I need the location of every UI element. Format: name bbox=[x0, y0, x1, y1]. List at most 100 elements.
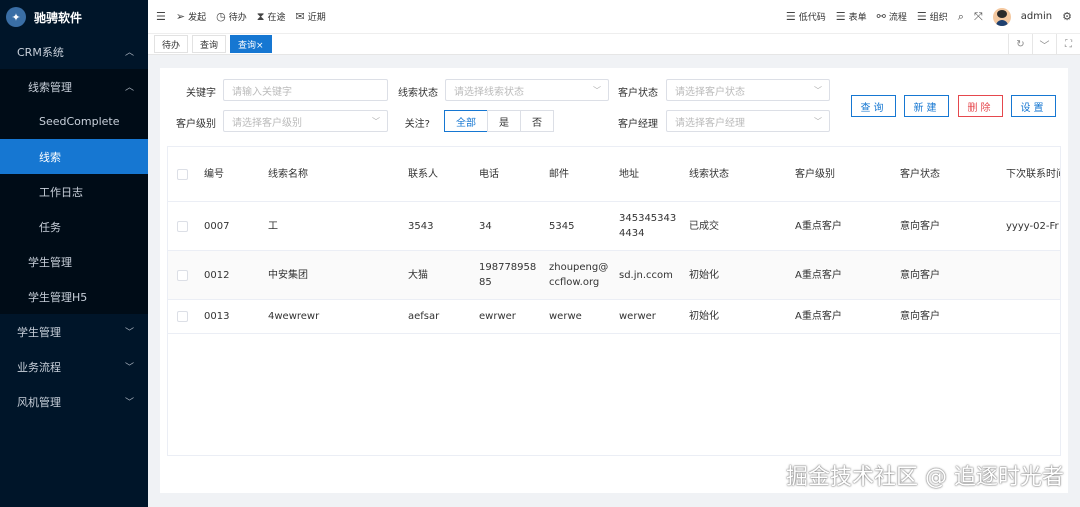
sidebar-item-student[interactable]: 学生管理 ﹀ bbox=[0, 314, 148, 349]
sidebar-item-task[interactable]: 任务 bbox=[0, 209, 148, 244]
maximize-icon[interactable]: ⛶ bbox=[1056, 33, 1080, 55]
lowcode-button[interactable]: ☰ 低代码 bbox=[786, 10, 826, 23]
tab-todo[interactable]: 待办 bbox=[154, 35, 189, 53]
manager-select[interactable]: 请选择客户经理 ﹀ bbox=[666, 110, 830, 132]
watermark: 掘金技术社区 @ 追逐时光者 bbox=[786, 465, 1064, 490]
cell-name: 中安集团 bbox=[268, 269, 308, 281]
sidebar-item-worklog[interactable]: 工作日志 bbox=[0, 174, 148, 209]
customer-status-placeholder: 请选择客户状态 bbox=[675, 86, 745, 98]
follow-option-all[interactable]: 全部 bbox=[444, 110, 488, 132]
follow-option-no[interactable]: 否 bbox=[520, 110, 554, 132]
flow-icon: ⚯ bbox=[876, 10, 886, 23]
tab-label: 查询 bbox=[200, 40, 219, 51]
clue-status-label: 线索状态 bbox=[398, 88, 438, 99]
row-checkbox[interactable] bbox=[177, 221, 188, 232]
manager-placeholder: 请选择客户经理 bbox=[675, 117, 745, 129]
col-header: 线索状态 bbox=[689, 168, 729, 180]
table-row[interactable]: 0013 4wewrewr aefsar ewrwer werwe werwer… bbox=[168, 300, 1060, 334]
cell-phone: 198778958 85 bbox=[479, 262, 537, 288]
sidebar-item-label: 线索 bbox=[39, 150, 61, 164]
new-button[interactable]: 新建 bbox=[904, 95, 949, 117]
cell-clue-status: 初始化 bbox=[689, 311, 719, 322]
col-header: 客户级别 bbox=[795, 168, 835, 180]
fullscreen-icon: ⤧ bbox=[973, 10, 983, 23]
sidebar-item-label: 工作日志 bbox=[39, 185, 83, 199]
sidebar-item-label: 学生管理 bbox=[17, 325, 61, 339]
menu-fold-button[interactable]: ☰ bbox=[156, 11, 166, 22]
avatar[interactable] bbox=[992, 7, 1011, 26]
org-button[interactable]: ☰ 组织 bbox=[917, 10, 948, 23]
header-label: 待办 bbox=[228, 13, 247, 23]
search-button[interactable]: ⌕ bbox=[958, 11, 964, 22]
cell-phone: ewrwer bbox=[479, 311, 516, 322]
clue-status-select[interactable]: 请选择线索状态 ﹀ bbox=[445, 79, 609, 101]
cell-name: 工 bbox=[268, 220, 278, 232]
initiate-button[interactable]: ➢ 发起 bbox=[176, 10, 206, 23]
hourglass-icon: ⧗ bbox=[256, 10, 265, 23]
sidebar-item-student-management-h5[interactable]: 学生管理H5 bbox=[0, 279, 148, 314]
sidebar-item-label: SeedComplete bbox=[39, 115, 120, 128]
cell-next-contact: yyyy-02-Fr bbox=[1006, 220, 1059, 232]
cell-name: 4wewrewr bbox=[268, 311, 320, 322]
sidebar-item-label: 学生管理 bbox=[28, 255, 72, 269]
col-header: 客户状态 bbox=[900, 168, 940, 180]
list-icon: ☰ bbox=[785, 10, 796, 23]
list-icon: ☰ bbox=[916, 10, 927, 23]
chevron-down-icon: ﹀ bbox=[814, 86, 822, 95]
select-all-checkbox[interactable] bbox=[177, 169, 188, 180]
sidebar-item-fan-management[interactable]: 风机管理 ﹀ bbox=[0, 384, 148, 419]
cell-address: werwer bbox=[619, 311, 656, 322]
clue-status-placeholder: 请选择线索状态 bbox=[454, 86, 524, 98]
col-header: 编号 bbox=[204, 168, 224, 180]
settings-button[interactable]: ⚙ bbox=[1062, 11, 1072, 22]
sidebar-item-crm[interactable]: CRM系统 ︿ bbox=[0, 34, 148, 69]
user-name[interactable]: admin bbox=[1021, 11, 1052, 22]
customer-status-label: 客户状态 bbox=[618, 88, 658, 99]
col-header: 地址 bbox=[619, 168, 639, 180]
chevron-up-icon: ︿ bbox=[124, 48, 134, 58]
cell-customer-status: 意向客户 bbox=[900, 220, 940, 232]
keyword-placeholder: 请输入关键字 bbox=[232, 86, 292, 98]
header-label: 流程 bbox=[888, 13, 907, 23]
chevron-down-icon: ﹀ bbox=[814, 117, 822, 126]
form-button[interactable]: ☰ 表单 bbox=[836, 10, 867, 23]
keyword-input[interactable]: 请输入关键字 bbox=[223, 79, 388, 101]
table-row[interactable]: 0007 工 3543 34 5345 345345343 4434 已成交 A… bbox=[168, 202, 1060, 251]
sidebar-item-business-process[interactable]: 业务流程 ﹀ bbox=[0, 349, 148, 384]
cell-customer-level: A重点客户 bbox=[795, 269, 842, 281]
bird-logo-icon: ✦ bbox=[6, 7, 26, 27]
tab-query-active[interactable]: 查询× bbox=[230, 35, 272, 53]
sidebar-item-clue-management[interactable]: 线索管理 ︿ bbox=[0, 69, 148, 104]
app-logo[interactable]: ✦ 驰骋软件 bbox=[0, 0, 148, 34]
chevron-up-icon: ︿ bbox=[124, 83, 134, 93]
todo-button[interactable]: ◷ 待办 bbox=[216, 10, 247, 23]
sidebar-item-label: 业务流程 bbox=[17, 360, 61, 374]
follow-option-yes[interactable]: 是 bbox=[487, 110, 521, 132]
settings-action-button[interactable]: 设置 bbox=[1011, 95, 1056, 117]
row-checkbox[interactable] bbox=[177, 270, 188, 281]
chevron-down-icon[interactable]: ﹀ bbox=[1032, 33, 1056, 55]
sidebar-item-clue[interactable]: 线索 bbox=[0, 139, 148, 174]
in-transit-button[interactable]: ⧗ 在途 bbox=[257, 10, 286, 23]
cell-customer-status: 意向客户 bbox=[900, 311, 940, 322]
sidebar-item-student-management[interactable]: 学生管理 bbox=[0, 244, 148, 279]
clock-icon: ◷ bbox=[216, 10, 226, 23]
header-label: 低代码 bbox=[798, 13, 826, 23]
table-row[interactable]: 0012 中安集团 大猫 198778958 85 zhoupeng@ ccfl… bbox=[168, 251, 1060, 300]
customer-status-select[interactable]: 请选择客户状态 ﹀ bbox=[666, 79, 830, 101]
delete-button[interactable]: 删除 bbox=[958, 95, 1003, 117]
flow-button[interactable]: ⚯ 流程 bbox=[877, 10, 907, 23]
refresh-icon[interactable]: ↻ bbox=[1008, 33, 1032, 55]
customer-level-select[interactable]: 请选择客户级别 ﹀ bbox=[223, 110, 388, 132]
list-icon: ☰ bbox=[835, 10, 846, 23]
tab-query[interactable]: 查询 bbox=[192, 35, 227, 53]
cell-contact: aefsar bbox=[408, 311, 440, 322]
main-panel: 关键字 请输入关键字 线索状态 请选择线索状态 ﹀ 客户状态 请选择客户状态 ﹀ 客… bbox=[160, 68, 1068, 493]
sidebar-item-seedcomplete[interactable]: SeedComplete bbox=[0, 104, 148, 139]
recent-button[interactable]: ✉ 近期 bbox=[295, 10, 325, 23]
sidebar-item-label: 线索管理 bbox=[28, 80, 72, 94]
tabs-bar: 待办 查询 查询× ↻ ﹀ ⛶ bbox=[148, 33, 1080, 55]
row-checkbox[interactable] bbox=[177, 311, 188, 322]
query-button[interactable]: 查询 bbox=[851, 95, 896, 117]
fullscreen-button[interactable]: ⤧ bbox=[974, 11, 983, 22]
